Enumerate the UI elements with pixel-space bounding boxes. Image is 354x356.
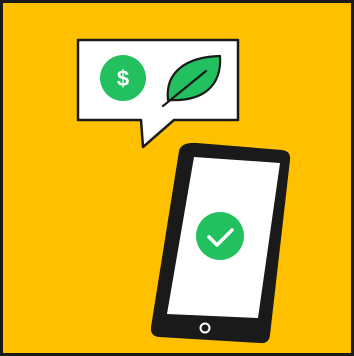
dollar-icon: $: [100, 55, 146, 101]
checkmark-icon: [196, 212, 244, 260]
illustration: $: [0, 0, 354, 356]
dollar-symbol: $: [117, 66, 129, 91]
illustration-canvas: $: [0, 0, 354, 356]
